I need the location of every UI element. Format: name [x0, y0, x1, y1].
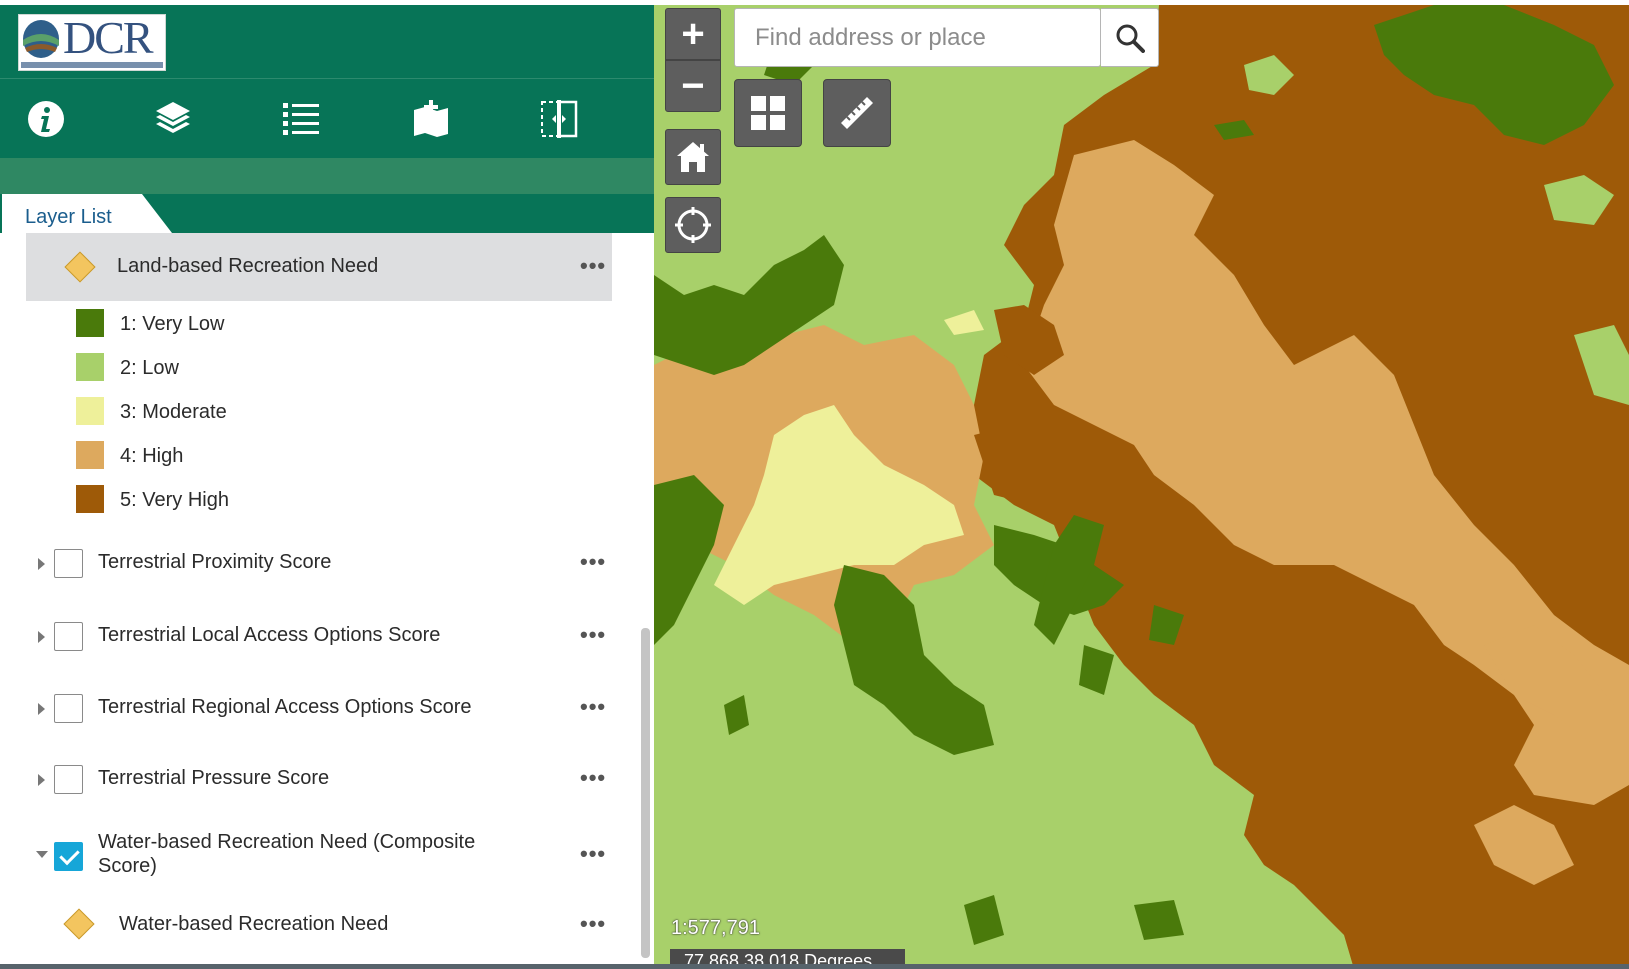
- legend-swatch: [76, 309, 104, 337]
- layers-icon: [156, 102, 190, 133]
- layer-list: Land-based Recreation Need ••• 1: Very L…: [2, 233, 650, 969]
- locate-button[interactable]: [665, 197, 721, 253]
- swipe-button[interactable]: [531, 91, 587, 147]
- layers-button[interactable]: [145, 91, 201, 147]
- layer-list-scrollbar[interactable]: [641, 628, 650, 958]
- swipe-icon: [541, 100, 578, 138]
- search-input[interactable]: [735, 9, 1095, 66]
- grid-icon: [751, 96, 785, 130]
- layer-label-line2: Score): [98, 855, 157, 877]
- layer-menu-dots-icon[interactable]: •••: [580, 911, 606, 937]
- search-icon: [1116, 24, 1145, 53]
- legend-button[interactable]: [273, 91, 329, 147]
- layer-label-line1: Water-based Recreation Need (Composite: [98, 831, 476, 853]
- layer-row-terrestrial-proximity[interactable]: Terrestrial Proximity Score •••: [2, 529, 632, 599]
- layer-label: Water-based Recreation Need: [119, 913, 389, 935]
- search-button[interactable]: [1101, 8, 1159, 67]
- legend-swatch: [76, 353, 104, 381]
- map-view[interactable]: + − Find address or place 1:577,791 77.8…: [654, 5, 1629, 969]
- layer-row-water-based[interactable]: Water-based Recreation Need •••: [2, 893, 632, 959]
- layer-menu-dots-icon[interactable]: •••: [580, 765, 606, 791]
- layer-label: Terrestrial Proximity Score: [98, 551, 332, 573]
- legend-item: 3: Moderate: [2, 389, 632, 433]
- legend-swatch: [76, 441, 104, 469]
- about-button[interactable]: [18, 91, 74, 147]
- layer-row-terrestrial-regional-access[interactable]: Terrestrial Regional Access Options Scor…: [2, 669, 632, 741]
- layer-menu-dots-icon[interactable]: •••: [580, 694, 606, 720]
- layer-row-land-based[interactable]: Land-based Recreation Need •••: [26, 233, 612, 301]
- tab-layer-list[interactable]: Layer List: [2, 194, 172, 233]
- minus-icon: −: [681, 64, 705, 108]
- collapse-arrow-icon[interactable]: [36, 851, 48, 858]
- basemap-gallery-button[interactable]: [734, 79, 802, 147]
- recreation-need-raster: [654, 5, 1629, 969]
- layer-symbol-diamond-icon: [64, 251, 96, 283]
- layer-label: Terrestrial Local Access Options Score: [98, 624, 441, 646]
- layer-symbol-diamond-icon: [63, 908, 95, 940]
- layer-menu-dots-icon[interactable]: •••: [580, 549, 606, 575]
- legend-label: 5: Very High: [120, 489, 229, 511]
- layer-menu-dots-icon[interactable]: •••: [580, 841, 606, 867]
- ruler-icon: [841, 97, 873, 129]
- scale-text: 1:577,791: [671, 917, 760, 939]
- add-map-icon: [414, 100, 448, 137]
- expand-arrow-icon[interactable]: [38, 774, 45, 786]
- layer-visibility-checkbox[interactable]: [54, 549, 83, 578]
- legend-item: 2: Low: [2, 345, 632, 389]
- legend-item: 1: Very Low: [2, 301, 632, 345]
- home-button[interactable]: [665, 129, 721, 185]
- measure-button[interactable]: [823, 79, 891, 147]
- locate-crosshair-icon: [675, 207, 711, 243]
- legend-swatch: [76, 397, 104, 425]
- legend-label: 2: Low: [120, 357, 179, 379]
- home-icon: [677, 142, 709, 172]
- layer-label: Terrestrial Pressure Score: [98, 767, 330, 789]
- add-data-button[interactable]: [403, 91, 459, 147]
- dcr-logo: DCR: [18, 12, 166, 71]
- layer-visibility-checkbox[interactable]: [54, 694, 83, 723]
- layer-label: Terrestrial Regional Access Options Scor…: [98, 696, 472, 718]
- layer-menu-dots-icon[interactable]: •••: [580, 622, 606, 648]
- legend-label: 1: Very Low: [120, 313, 225, 335]
- legend-item: 4: High: [2, 433, 632, 477]
- logo-text: DCR: [63, 12, 154, 63]
- layer-row-water-composite[interactable]: Water-based Recreation Need (Composite S…: [2, 813, 632, 893]
- dcr-logo-emblem: [23, 20, 59, 58]
- layer-visibility-checkbox[interactable]: [54, 622, 83, 651]
- layer-label: Land-based Recreation Need: [117, 255, 379, 277]
- panel-subbar: [0, 158, 654, 194]
- legend-item: 5: Very High: [2, 477, 632, 521]
- layer-visibility-checkbox[interactable]: [54, 765, 83, 794]
- side-panel: DCR Layer List Land-based Recreation Nee…: [0, 0, 654, 969]
- layer-menu-dots-icon[interactable]: •••: [580, 253, 606, 279]
- layer-row-terrestrial-local-access[interactable]: Terrestrial Local Access Options Score •…: [2, 599, 632, 669]
- logo-subtitle-bar: [21, 62, 163, 68]
- search-box: [734, 8, 1101, 67]
- app-header: DCR: [0, 5, 654, 78]
- layer-visibility-checkbox[interactable]: [54, 842, 83, 871]
- zoom-in-button[interactable]: +: [665, 8, 721, 60]
- info-icon: [28, 101, 64, 137]
- legend-swatch: [76, 485, 104, 513]
- zoom-out-button[interactable]: −: [665, 60, 721, 112]
- legend-label: 4: High: [120, 445, 184, 467]
- expand-arrow-icon[interactable]: [38, 631, 45, 643]
- tab-label: Layer List: [25, 206, 112, 228]
- widget-toolbar: [0, 78, 654, 158]
- layer-row-terrestrial-pressure[interactable]: Terrestrial Pressure Score •••: [2, 741, 632, 813]
- legend-list-icon: [283, 103, 319, 135]
- expand-arrow-icon[interactable]: [38, 558, 45, 570]
- plus-icon: +: [681, 12, 705, 56]
- bottom-border: [0, 964, 1629, 969]
- expand-arrow-icon[interactable]: [38, 703, 45, 715]
- legend-label: 3: Moderate: [120, 401, 227, 423]
